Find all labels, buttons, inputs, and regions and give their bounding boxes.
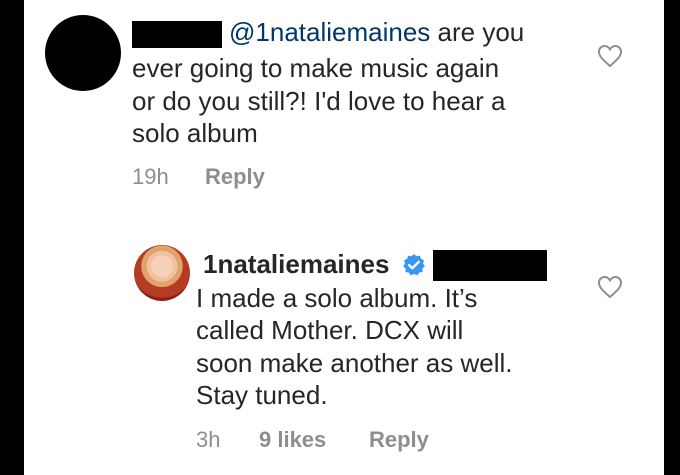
verified-badge-icon — [403, 254, 425, 276]
likes-count-button[interactable]: 9 likes — [259, 427, 326, 453]
redacted-text — [433, 250, 547, 281]
comment-text-line-2: ever going to make music again — [132, 53, 500, 83]
comment-text-line-1: @1nataliemaines are you — [229, 17, 525, 47]
heart-outline-icon[interactable] — [597, 275, 623, 299]
reply-text-line-3: soon make another as well. — [196, 348, 513, 378]
reply-button[interactable]: Reply — [369, 427, 429, 453]
commenter-avatar[interactable] — [45, 15, 121, 91]
comment-text-line-3: or do you still?! I'd love to hear a — [132, 86, 506, 116]
redacted-username — [132, 21, 222, 48]
comment-text-line-4: solo album — [132, 118, 258, 148]
mention-link[interactable]: @1nataliemaines — [229, 17, 430, 47]
heart-outline-icon[interactable] — [597, 44, 623, 68]
reply-text-line-2: called Mother. DCX will — [196, 315, 464, 345]
reply-timestamp: 3h — [196, 427, 221, 452]
reply-text-line-4: Stay tuned. — [196, 380, 328, 410]
author-avatar[interactable] — [134, 245, 190, 301]
comment-timestamp: 19h — [132, 164, 169, 189]
reply-text-line-1: I made a solo album. It’s — [196, 283, 478, 313]
reply-button[interactable]: Reply — [205, 164, 265, 190]
author-username[interactable]: 1nataliemaines — [203, 249, 389, 280]
